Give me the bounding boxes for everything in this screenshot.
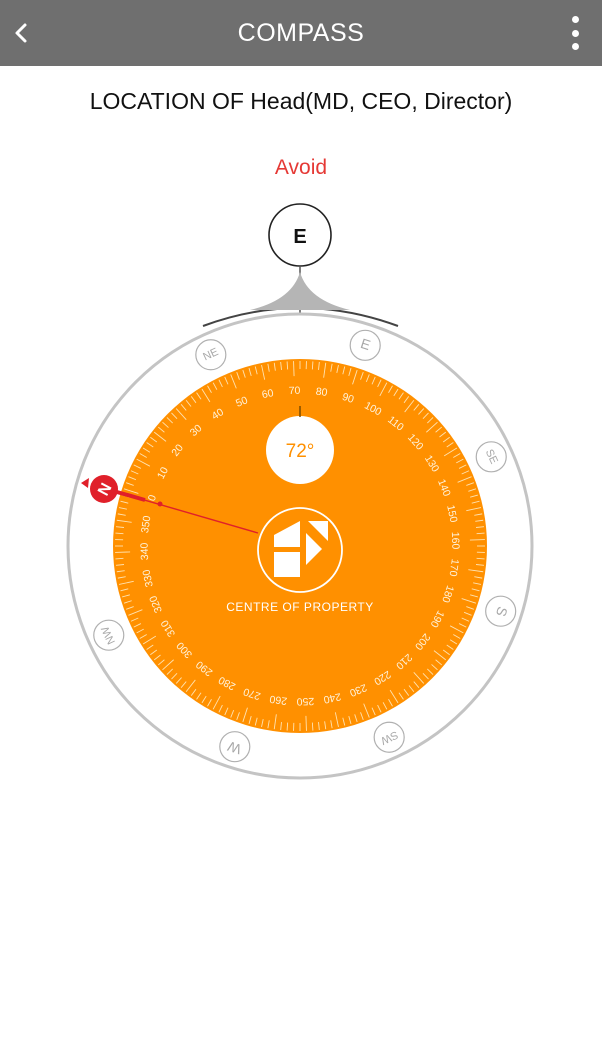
- scale-label: 340: [139, 542, 152, 560]
- scale-label: 160: [449, 532, 462, 550]
- app-bar: COMPASS: [0, 0, 602, 66]
- dial-tick: [476, 557, 485, 560]
- more-vertical-icon: [571, 16, 579, 23]
- dial-tick: [305, 715, 307, 731]
- scale-label: 350: [139, 515, 153, 534]
- scale-label: 70: [289, 385, 301, 397]
- dial-tick: [286, 722, 289, 731]
- dial-tick: [115, 551, 131, 553]
- needle-arrow-icon: [81, 478, 89, 488]
- cardinal-marker-nw: NW: [93, 619, 125, 651]
- centre-label: CENTRE OF PROPERTY: [226, 600, 373, 614]
- dial-tick: [476, 532, 485, 535]
- compass-widget[interactable]: E ESESSWWNWNE 0102030405060 70 80 901001101…: [0, 190, 602, 790]
- heading-value: 72°: [286, 441, 315, 462]
- dial-tick: [311, 361, 314, 370]
- cardinal-marker-se: SE: [475, 441, 507, 473]
- cardinal-marker-ne: NE: [195, 339, 227, 371]
- cardinal-marker-sw: SW: [373, 721, 405, 753]
- dial-tick: [115, 557, 124, 560]
- scale-label: 250: [296, 695, 314, 708]
- direction-label: E: [293, 226, 306, 248]
- cardinal-marker-w: W: [219, 731, 251, 763]
- dial-tick: [469, 539, 485, 541]
- cardinal-marker-s: S: [485, 595, 517, 627]
- scale-label: 80: [315, 386, 328, 400]
- scale-label: 170: [447, 558, 461, 577]
- cardinal-marker-e: E: [349, 329, 381, 361]
- page-title: COMPASS: [237, 19, 365, 47]
- status-text: Avoid: [274, 156, 328, 179]
- dial-tick: [311, 722, 314, 731]
- scale-label: 260: [269, 693, 288, 707]
- dial-tick: [293, 361, 295, 377]
- dial-tick: [286, 361, 289, 370]
- more-options-button[interactable]: [568, 16, 582, 50]
- pointer-shadow: [250, 272, 350, 310]
- location-heading: LOCATION OF Head(MD, CEO, Director): [89, 88, 513, 114]
- dial-tick: [115, 532, 124, 535]
